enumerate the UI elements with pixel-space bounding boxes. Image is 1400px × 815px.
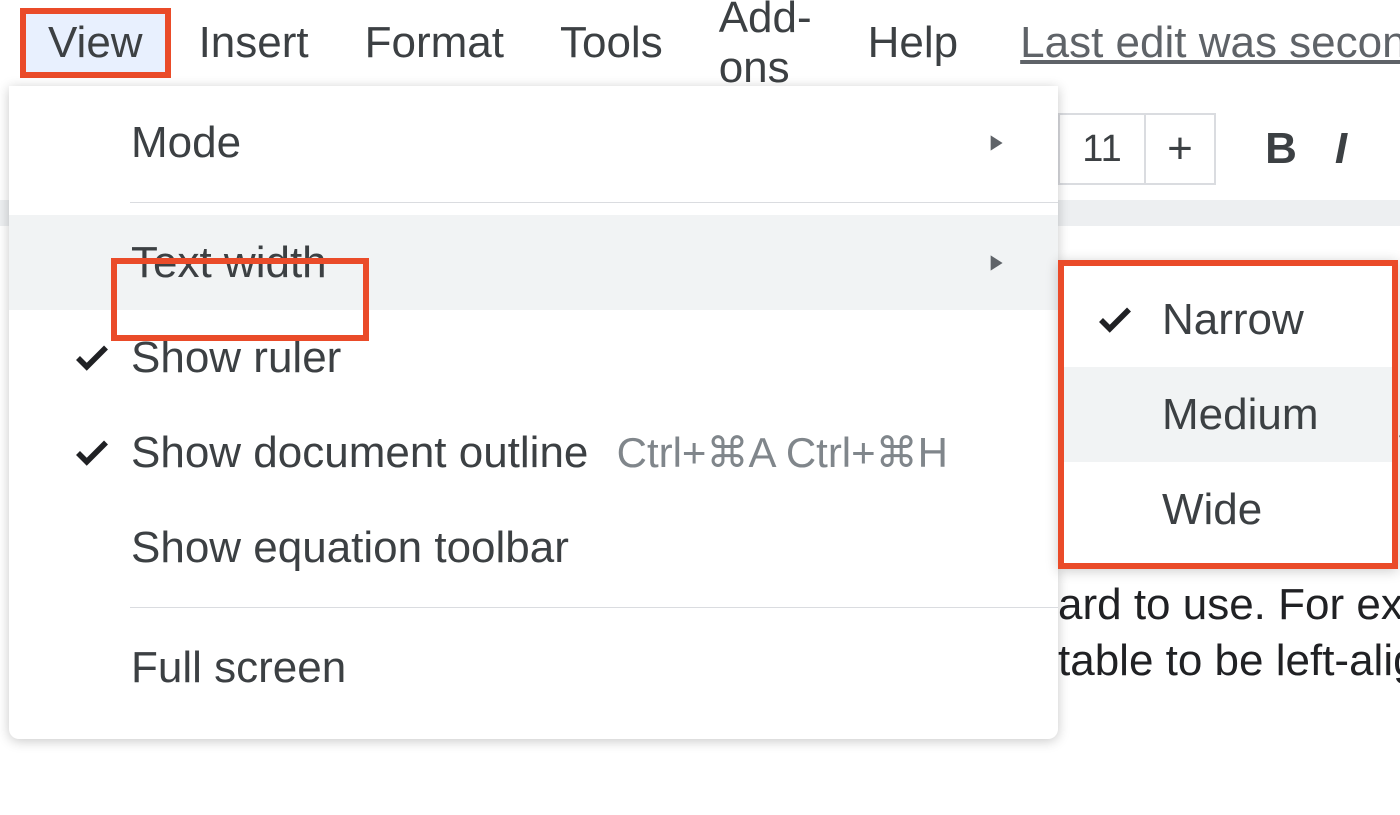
submenu-item-label: Narrow (1162, 295, 1304, 345)
checkmark-icon (1094, 299, 1162, 341)
submenu-arrow-icon (982, 250, 1018, 276)
submenu-item-label: Medium (1162, 390, 1319, 440)
checkmark-icon (71, 337, 131, 379)
menubar: View Insert Format Tools Add-ons Help La… (0, 0, 1400, 86)
document-text-fragment: table to be left-alig (1058, 636, 1400, 686)
submenu-item-wide[interactable]: Wide (1064, 462, 1392, 557)
menu-item-show-document-outline[interactable]: Show document outline Ctrl+⌘A Ctrl+⌘H (9, 405, 1058, 500)
toolbar-fragment: 11 + B I (1058, 113, 1366, 185)
last-edit-link[interactable]: Last edit was seconds (1020, 18, 1400, 68)
menu-item-label: Show ruler (131, 333, 341, 383)
bold-button[interactable]: B (1246, 113, 1316, 185)
menu-item-label: Show equation toolbar (131, 523, 569, 573)
menu-tools[interactable]: Tools (532, 8, 691, 78)
menu-view[interactable]: View (20, 8, 171, 78)
menu-item-show-ruler[interactable]: Show ruler (9, 310, 1058, 405)
view-menu-dropdown: Mode Text width Show ruler Show document… (9, 86, 1058, 739)
submenu-item-narrow[interactable]: Narrow (1064, 272, 1392, 367)
document-text-fragment: ard to use. For exa (1058, 580, 1400, 630)
menu-item-text-width[interactable]: Text width (9, 215, 1058, 310)
menu-item-label: Text width (131, 238, 327, 288)
menu-format[interactable]: Format (337, 8, 532, 78)
menu-help[interactable]: Help (840, 8, 987, 78)
text-width-submenu: Narrow Medium Wide (1058, 260, 1398, 569)
font-size-increase-button[interactable]: + (1144, 113, 1216, 185)
menu-item-full-screen[interactable]: Full screen (9, 620, 1058, 715)
font-size-input[interactable]: 11 (1058, 113, 1144, 185)
menu-item-label: Full screen (131, 643, 346, 693)
menu-insert[interactable]: Insert (171, 8, 337, 78)
menu-item-shortcut: Ctrl+⌘A Ctrl+⌘H (617, 428, 948, 477)
submenu-item-label: Wide (1162, 485, 1262, 535)
menu-item-mode[interactable]: Mode (9, 95, 1058, 190)
italic-button[interactable]: I (1316, 113, 1366, 185)
menu-separator (130, 607, 1058, 608)
menu-separator (130, 202, 1058, 203)
submenu-item-medium[interactable]: Medium (1064, 367, 1392, 462)
menu-item-label: Show document outline (131, 428, 588, 478)
menu-item-show-equation-toolbar[interactable]: Show equation toolbar (9, 500, 1058, 595)
menu-item-label: Mode (131, 118, 241, 168)
checkmark-icon (71, 432, 131, 474)
submenu-arrow-icon (982, 130, 1018, 156)
